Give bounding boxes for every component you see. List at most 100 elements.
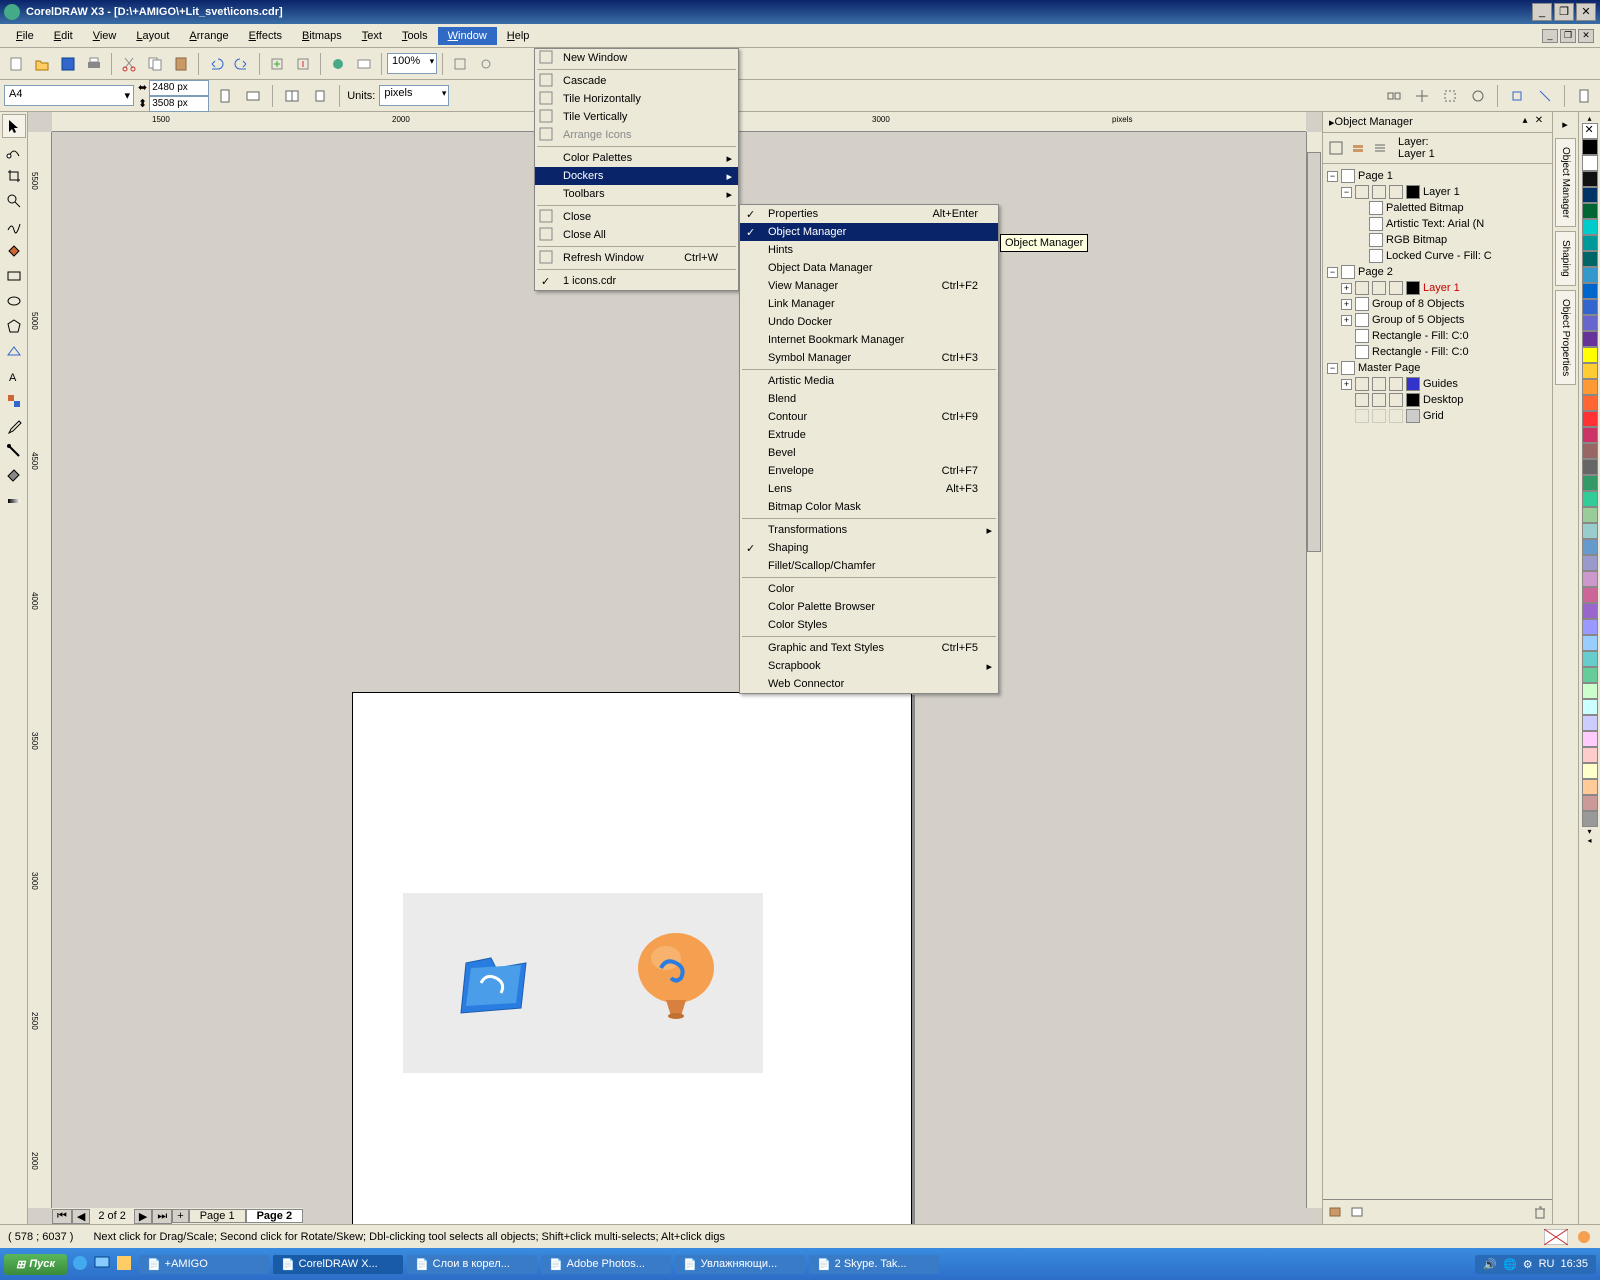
menu-item-graphic-and-text-styles[interactable]: Graphic and Text StylesCtrl+F5 bbox=[740, 639, 998, 657]
menu-item-transformations[interactable]: Transformations▸ bbox=[740, 521, 998, 539]
color-swatch[interactable] bbox=[1582, 379, 1598, 395]
delete-button[interactable] bbox=[1530, 1202, 1550, 1222]
menu-item-envelope[interactable]: EnvelopeCtrl+F7 bbox=[740, 462, 998, 480]
ruler-vertical[interactable]: 55005000450040003500300025002000 bbox=[28, 132, 52, 1208]
menu-item-color-palette-browser[interactable]: Color Palette Browser bbox=[740, 598, 998, 616]
color-swatch[interactable] bbox=[1582, 523, 1598, 539]
treat-button[interactable] bbox=[1382, 84, 1406, 108]
color-swatch[interactable] bbox=[1582, 619, 1598, 635]
edit-layers-button[interactable] bbox=[1348, 138, 1368, 158]
paper-size-combo[interactable]: A4 bbox=[4, 85, 134, 106]
taskbar-item[interactable]: 📄CorelDRAW X... bbox=[273, 1255, 403, 1274]
rectangle-tool[interactable] bbox=[2, 264, 26, 288]
color-swatch[interactable] bbox=[1582, 795, 1598, 811]
taskbar-item[interactable]: 📄Adobe Photos... bbox=[541, 1255, 671, 1274]
color-swatch[interactable] bbox=[1582, 219, 1598, 235]
snap5-button[interactable] bbox=[1533, 84, 1557, 108]
mdi-close[interactable]: ✕ bbox=[1578, 29, 1594, 43]
taskbar-item[interactable]: 📄Увлажняющи... bbox=[675, 1255, 805, 1274]
menu-item-hints[interactable]: Hints bbox=[740, 241, 998, 259]
text-tool[interactable]: A bbox=[2, 364, 26, 388]
tree-item[interactable]: Paletted Bitmap bbox=[1327, 200, 1548, 216]
color-swatch[interactable] bbox=[1582, 635, 1598, 651]
menu-item-web-connector[interactable]: Web Connector bbox=[740, 675, 998, 693]
tree-item[interactable]: Artistic Text: Arial (N bbox=[1327, 216, 1548, 232]
tree-item[interactable]: RGB Bitmap bbox=[1327, 232, 1548, 248]
color-swatch[interactable] bbox=[1582, 283, 1598, 299]
color-swatch[interactable] bbox=[1582, 395, 1598, 411]
mdi-max[interactable]: ❐ bbox=[1560, 29, 1576, 43]
zoom-tool[interactable] bbox=[2, 189, 26, 213]
redo-button[interactable] bbox=[230, 52, 254, 76]
last-page-button[interactable]: ⏭ bbox=[152, 1209, 172, 1224]
pages-button[interactable] bbox=[280, 84, 304, 108]
canvas[interactable] bbox=[52, 132, 1306, 1208]
menu-item-view-manager[interactable]: View ManagerCtrl+F2 bbox=[740, 277, 998, 295]
tree-item[interactable]: Grid bbox=[1327, 408, 1548, 424]
system-tray[interactable]: 🔊 🌐 ⚙ RU 16:35 bbox=[1475, 1255, 1596, 1274]
taskbar-item[interactable]: 📄Слои в корел... bbox=[407, 1255, 537, 1274]
docker-tab-shaping[interactable]: Shaping bbox=[1555, 231, 1576, 286]
color-swatch[interactable] bbox=[1582, 683, 1598, 699]
pick-tool[interactable] bbox=[2, 114, 26, 138]
color-swatch[interactable] bbox=[1582, 267, 1598, 283]
color-swatch[interactable] bbox=[1582, 651, 1598, 667]
color-swatch[interactable] bbox=[1582, 299, 1598, 315]
close-button[interactable]: ✕ bbox=[1576, 3, 1596, 21]
polygon-tool[interactable] bbox=[2, 314, 26, 338]
ql-ie-icon[interactable] bbox=[71, 1254, 91, 1274]
color-swatch[interactable] bbox=[1582, 235, 1598, 251]
menu-item-artistic-media[interactable]: Artistic Media bbox=[740, 372, 998, 390]
color-swatch[interactable] bbox=[1582, 203, 1598, 219]
tree-item[interactable]: Rectangle - Fill: C:0 bbox=[1327, 328, 1548, 344]
palette-down-button[interactable]: ▾ bbox=[1587, 827, 1591, 836]
color-swatch[interactable] bbox=[1582, 571, 1598, 587]
palette-expand-button[interactable]: ◂ bbox=[1587, 836, 1591, 845]
menu-item-close[interactable]: Close bbox=[535, 208, 738, 226]
tree-item[interactable]: +Layer 1 bbox=[1327, 280, 1548, 296]
blend-tool[interactable] bbox=[2, 389, 26, 413]
page-width-input[interactable] bbox=[149, 80, 209, 96]
color-swatch[interactable] bbox=[1582, 139, 1598, 155]
menu-layout[interactable]: Layout bbox=[126, 27, 179, 45]
menu-item-toolbars[interactable]: Toolbars▸ bbox=[535, 185, 738, 203]
layer-mgr-button[interactable] bbox=[1370, 138, 1390, 158]
menu-arrange[interactable]: Arrange bbox=[179, 27, 238, 45]
shapes-tool[interactable] bbox=[2, 339, 26, 363]
docker-tab-object-properties[interactable]: Object Properties bbox=[1555, 290, 1576, 385]
color-swatch[interactable] bbox=[1582, 779, 1598, 795]
object-tree[interactable]: −Page 1−Layer 1Paletted BitmapArtistic T… bbox=[1323, 164, 1552, 1199]
color-swatch[interactable] bbox=[1582, 491, 1598, 507]
menu-help[interactable]: Help bbox=[497, 27, 540, 45]
outline-indicator-icon[interactable] bbox=[1576, 1229, 1592, 1245]
color-swatch[interactable] bbox=[1582, 747, 1598, 763]
menu-item-extrude[interactable]: Extrude bbox=[740, 426, 998, 444]
menu-item-lens[interactable]: LensAlt+F3 bbox=[740, 480, 998, 498]
eyedropper-tool[interactable] bbox=[2, 414, 26, 438]
menu-item-color-palettes[interactable]: Color Palettes▸ bbox=[535, 149, 738, 167]
palette-up-button[interactable]: ▴ bbox=[1587, 114, 1591, 123]
tray-lang[interactable]: RU bbox=[1539, 1258, 1555, 1270]
freehand-tool[interactable] bbox=[2, 214, 26, 238]
fill-indicator-icon[interactable] bbox=[1544, 1229, 1568, 1245]
menu-item-shaping[interactable]: ✓Shaping bbox=[740, 539, 998, 557]
color-swatch[interactable] bbox=[1582, 123, 1598, 139]
app-launcher-button[interactable] bbox=[326, 52, 350, 76]
new-master-button[interactable] bbox=[1347, 1202, 1367, 1222]
menu-item-fillet-scallop-chamfer[interactable]: Fillet/Scallop/Chamfer bbox=[740, 557, 998, 575]
snap1-button[interactable] bbox=[1410, 84, 1434, 108]
ql-tc-icon[interactable] bbox=[115, 1254, 135, 1274]
cut-button[interactable] bbox=[117, 52, 141, 76]
tree-item[interactable]: −Page 1 bbox=[1327, 168, 1548, 184]
first-page-button[interactable]: ⏮ bbox=[52, 1209, 72, 1224]
menu-text[interactable]: Text bbox=[352, 27, 392, 45]
snap4-button[interactable] bbox=[1505, 84, 1529, 108]
docker-tab-collapse-icon[interactable]: ▸ bbox=[1555, 114, 1575, 134]
color-swatch[interactable] bbox=[1582, 763, 1598, 779]
tree-item[interactable]: −Page 2 bbox=[1327, 264, 1548, 280]
add-page-button[interactable]: + bbox=[172, 1209, 188, 1223]
menu-item-color-styles[interactable]: Color Styles bbox=[740, 616, 998, 634]
menu-item-color[interactable]: Color bbox=[740, 580, 998, 598]
menu-item-symbol-manager[interactable]: Symbol ManagerCtrl+F3 bbox=[740, 349, 998, 367]
menu-item-tile-vertically[interactable]: Tile Vertically bbox=[535, 108, 738, 126]
